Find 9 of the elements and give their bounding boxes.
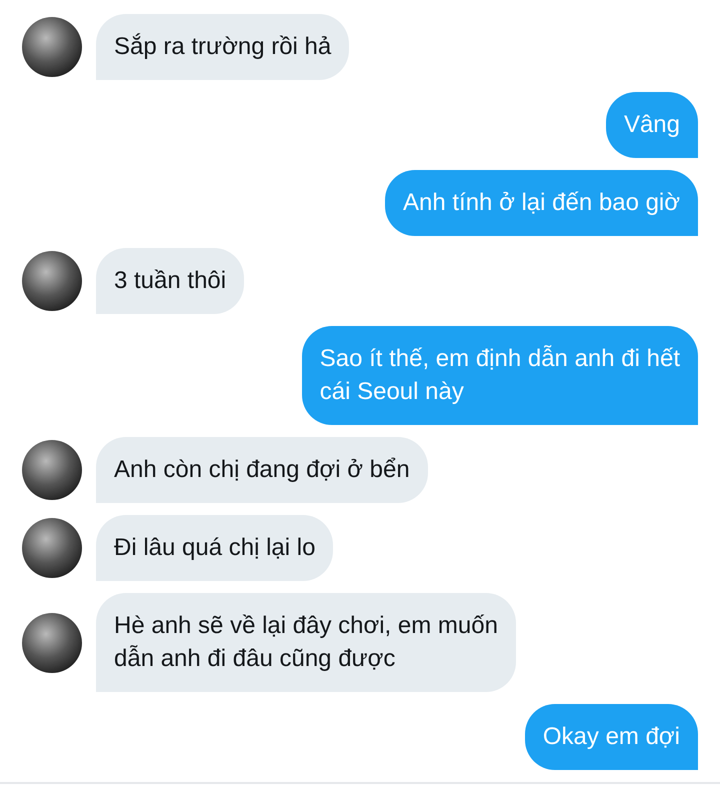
received-message-bubble: Anh còn chị đang đợi ở bển — [96, 437, 428, 503]
sent-message-bubble: Sao ít thế, em định dẫn anh đi hết cái Seoul này — [302, 326, 698, 425]
sent-message-bubble: Anh tính ở lại đến bao giờ — [385, 170, 698, 236]
received-message-bubble: Sắp ra trường rồi hả — [96, 14, 350, 80]
sent-message-bubble: Okay em đợi — [524, 704, 698, 770]
sent-message-bubble: Vâng — [606, 92, 698, 158]
received-message-bubble: 3 tuần thôi — [96, 248, 244, 314]
received-message-bubble: Đi lâu quá chị lại lo — [96, 515, 334, 581]
received-message-bubble: Hè anh sẽ về lại đây chơi, em muốn dẫn anh đi đâu cũng được — [96, 593, 516, 692]
